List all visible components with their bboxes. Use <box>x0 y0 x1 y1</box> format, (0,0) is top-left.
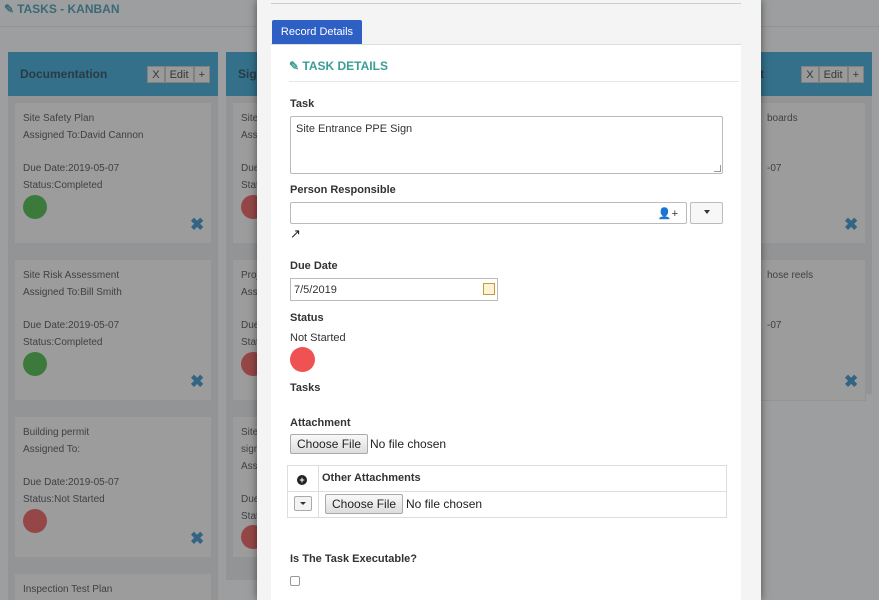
choose-file-button[interactable]: Choose File <box>325 494 404 514</box>
table-divider <box>288 491 726 492</box>
task-textarea[interactable]: Site Entrance PPE Sign <box>290 116 723 174</box>
record-details-panel: ✎ TASK DETAILS Task Site Entrance PPE Si… <box>271 44 741 600</box>
task-modal: Record Details ✎ TASK DETAILS Task Site … <box>257 0 761 600</box>
edit-icon: ✎ <box>289 59 300 73</box>
resize-handle[interactable] <box>714 165 721 172</box>
tab-record-details[interactable]: Record Details <box>272 20 362 44</box>
modal-top-bar <box>271 0 741 4</box>
due-date-value: 7/5/2019 <box>294 284 337 296</box>
section-title: ✎ TASK DETAILS <box>289 59 388 73</box>
calendar-icon[interactable] <box>483 283 495 295</box>
attachment-label: Attachment <box>290 417 351 429</box>
no-file-text: No file chosen <box>406 497 483 511</box>
other-attachments-header: Other Attachments <box>322 472 421 484</box>
person-label: Person Responsible <box>290 184 396 196</box>
choose-file-button[interactable]: Choose File <box>290 434 369 454</box>
external-link-icon[interactable]: ↗ <box>290 226 301 242</box>
task-value: Site Entrance PPE Sign <box>296 123 413 135</box>
caret-down-icon <box>704 210 710 214</box>
status-label: Status <box>290 312 324 324</box>
no-file-text: No file chosen <box>370 437 447 451</box>
due-date-input[interactable]: 7/5/2019 <box>290 278 498 301</box>
row-menu-button[interactable] <box>294 496 312 511</box>
section-divider <box>289 81 739 82</box>
executable-label: Is The Task Executable? <box>290 553 417 565</box>
due-date-label: Due Date <box>290 260 338 272</box>
status-value: Not Started <box>290 332 346 344</box>
person-input[interactable]: 👤+ <box>290 202 687 224</box>
status-indicator <box>290 347 315 372</box>
executable-checkbox[interactable] <box>290 576 300 586</box>
caret-down-icon <box>300 502 306 505</box>
task-label: Task <box>290 98 315 110</box>
tasks-label: Tasks <box>290 382 321 394</box>
person-dropdown-button[interactable] <box>690 202 723 224</box>
plus-circle-icon[interactable]: + <box>297 475 307 485</box>
user-add-icon[interactable]: 👤+ <box>658 207 678 220</box>
other-attachments-table: + Other Attachments Choose File No file … <box>287 465 727 518</box>
